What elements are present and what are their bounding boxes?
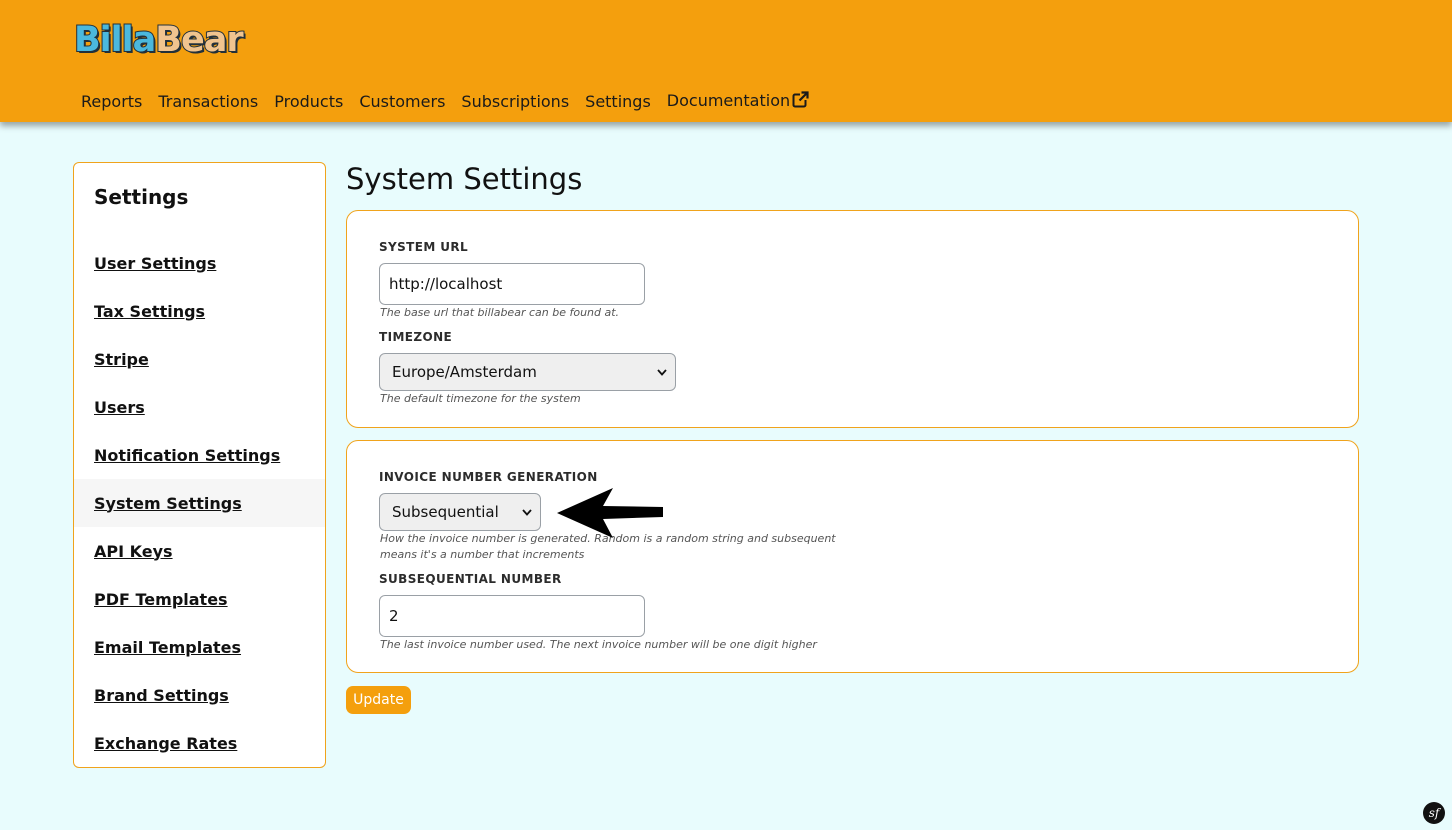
nav-products[interactable]: Products <box>274 90 343 114</box>
system-url-label: SYSTEM URL <box>379 240 469 254</box>
timezone-help: The default timezone for the system <box>380 392 581 405</box>
page-title: System Settings <box>346 162 583 196</box>
subsequential-number-help: The last invoice number used. The next i… <box>380 638 817 651</box>
chevron-down-icon <box>522 508 532 516</box>
subsequential-number-input[interactable] <box>379 595 645 637</box>
update-button[interactable]: Update <box>346 686 411 714</box>
system-settings-card: SYSTEM URL The base url that billabear c… <box>346 210 1359 428</box>
subsequential-number-label: SUBSEQUENTIAL NUMBER <box>379 572 562 586</box>
billabear-logo[interactable]: BillaBear <box>73 18 245 62</box>
sidebar-item-users[interactable]: Users <box>74 383 325 431</box>
invoice-generation-help-line2: means it's a number that increments <box>380 548 585 561</box>
system-url-help: The base url that billabear can be found… <box>380 306 620 319</box>
invoice-generation-select[interactable]: Subsequential <box>379 493 541 531</box>
invoice-generation-label: INVOICE NUMBER GENERATION <box>379 470 598 484</box>
sidebar-item-user-settings[interactable]: User Settings <box>74 239 325 287</box>
sidebar-item-api-keys[interactable]: API Keys <box>74 527 325 575</box>
nav-transactions[interactable]: Transactions <box>158 90 258 114</box>
sidebar-item-system-settings[interactable]: System Settings <box>74 479 325 527</box>
timezone-selected-value: Europe/Amsterdam <box>392 363 537 381</box>
sidebar-item-email-templates[interactable]: Email Templates <box>74 623 325 671</box>
system-url-input[interactable] <box>379 263 645 305</box>
sidebar-item-stripe[interactable]: Stripe <box>74 335 325 383</box>
symfony-icon[interactable]: sf <box>1423 802 1445 824</box>
nav-customers[interactable]: Customers <box>359 90 445 114</box>
invoice-generation-selected-value: Subsequential <box>392 503 499 521</box>
sidebar-title: Settings <box>94 185 189 209</box>
settings-sidebar: Settings User Settings Tax Settings Stri… <box>73 162 326 768</box>
top-header: BillaBear Reports Transactions Products … <box>0 0 1452 122</box>
sidebar-item-brand-settings[interactable]: Brand Settings <box>74 671 325 719</box>
external-link-icon <box>792 91 810 115</box>
sidebar-item-exchange-rates[interactable]: Exchange Rates <box>74 719 325 767</box>
nav-documentation[interactable]: Documentation <box>666 89 810 115</box>
sidebar-list: User Settings Tax Settings Stripe Users … <box>74 239 325 767</box>
sidebar-item-pdf-templates[interactable]: PDF Templates <box>74 575 325 623</box>
logo-text-billa: Billa <box>73 19 157 61</box>
sidebar-item-notification-settings[interactable]: Notification Settings <box>74 431 325 479</box>
timezone-label: TIMEZONE <box>379 330 453 344</box>
arrow-left-icon <box>555 486 665 544</box>
nav-subscriptions[interactable]: Subscriptions <box>461 90 569 114</box>
chevron-down-icon <box>657 368 667 376</box>
nav-documentation-label: Documentation <box>666 91 791 110</box>
sidebar-item-tax-settings[interactable]: Tax Settings <box>74 287 325 335</box>
main-nav: Reports Transactions Products Customers … <box>81 90 825 114</box>
timezone-select[interactable]: Europe/Amsterdam <box>379 353 676 391</box>
invoice-settings-card: INVOICE NUMBER GENERATION Subsequential … <box>346 440 1359 673</box>
logo-text-bear: Bear <box>154 19 244 61</box>
nav-settings[interactable]: Settings <box>585 90 651 114</box>
nav-reports[interactable]: Reports <box>81 90 142 114</box>
